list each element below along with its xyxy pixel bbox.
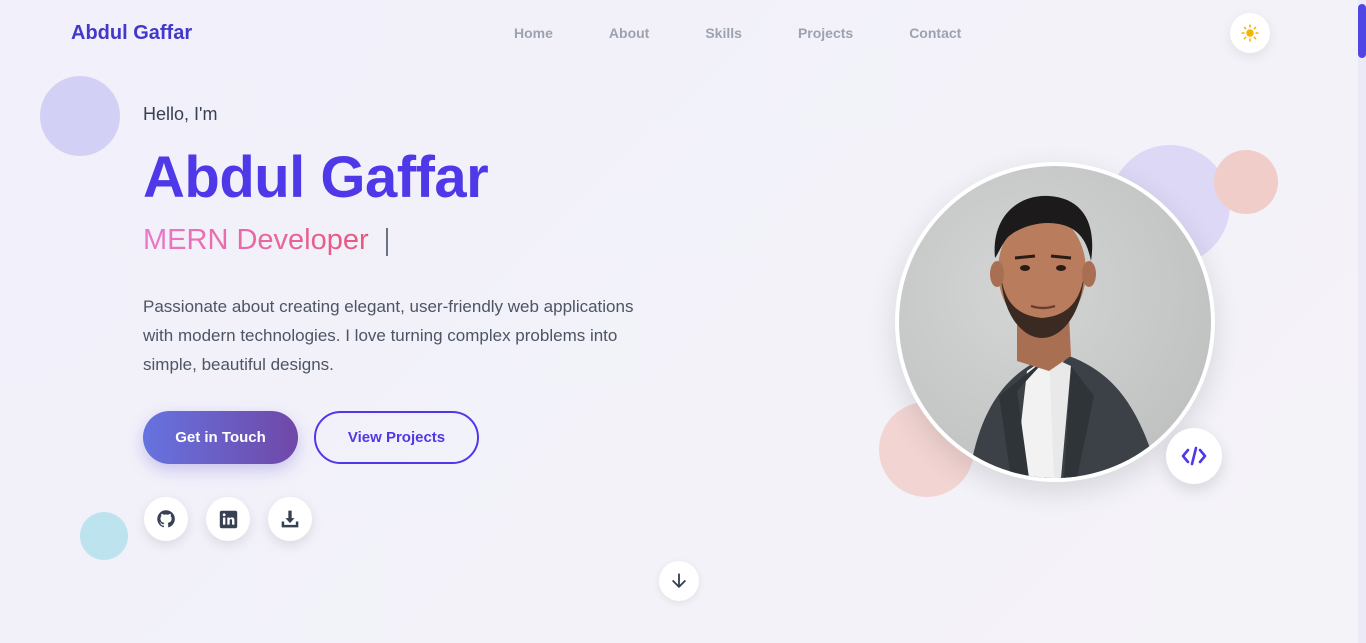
hero-role: MERN Developer	[143, 224, 369, 256]
linkedin-icon	[219, 510, 237, 528]
nav-about[interactable]: About	[609, 25, 649, 41]
scrollbar[interactable]	[1358, 0, 1366, 643]
scrollbar-thumb[interactable]	[1358, 4, 1366, 58]
download-icon	[281, 510, 299, 528]
decor-bubble	[1214, 150, 1278, 214]
hero-description: Passionate about creating elegant, user-…	[143, 297, 634, 374]
download-resume-link[interactable]	[268, 497, 312, 541]
view-projects-button[interactable]: View Projects	[314, 411, 479, 464]
nav-home[interactable]: Home	[514, 25, 553, 41]
typing-caret	[386, 228, 388, 256]
page: Abdul Gaffar Home About Skills Projects …	[0, 0, 1358, 643]
person-portrait	[969, 195, 1159, 478]
brand-logo[interactable]: Abdul Gaffar	[71, 22, 192, 45]
sun-icon	[1241, 24, 1259, 42]
profile-photo-image	[899, 166, 1211, 478]
hero-greeting: Hello, I'm	[143, 104, 218, 124]
scroll-down-button[interactable]	[659, 561, 699, 601]
github-icon	[157, 510, 175, 528]
hero-name: Abdul Gaffar	[143, 145, 489, 210]
code-badge	[1166, 428, 1222, 484]
nav-skills[interactable]: Skills	[705, 25, 742, 41]
github-link[interactable]	[144, 497, 188, 541]
linkedin-link[interactable]	[206, 497, 250, 541]
code-icon	[1181, 446, 1207, 466]
get-in-touch-button[interactable]: Get in Touch	[143, 411, 298, 464]
nav-projects[interactable]: Projects	[798, 25, 853, 41]
decor-bubble	[40, 76, 120, 156]
main-nav: Home About Skills Projects Contact	[514, 25, 1017, 41]
arrow-down-icon	[672, 573, 686, 588]
nav-contact[interactable]: Contact	[909, 25, 961, 41]
profile-photo	[895, 162, 1215, 482]
theme-toggle-button[interactable]	[1230, 13, 1270, 53]
decor-bubble	[80, 512, 128, 560]
